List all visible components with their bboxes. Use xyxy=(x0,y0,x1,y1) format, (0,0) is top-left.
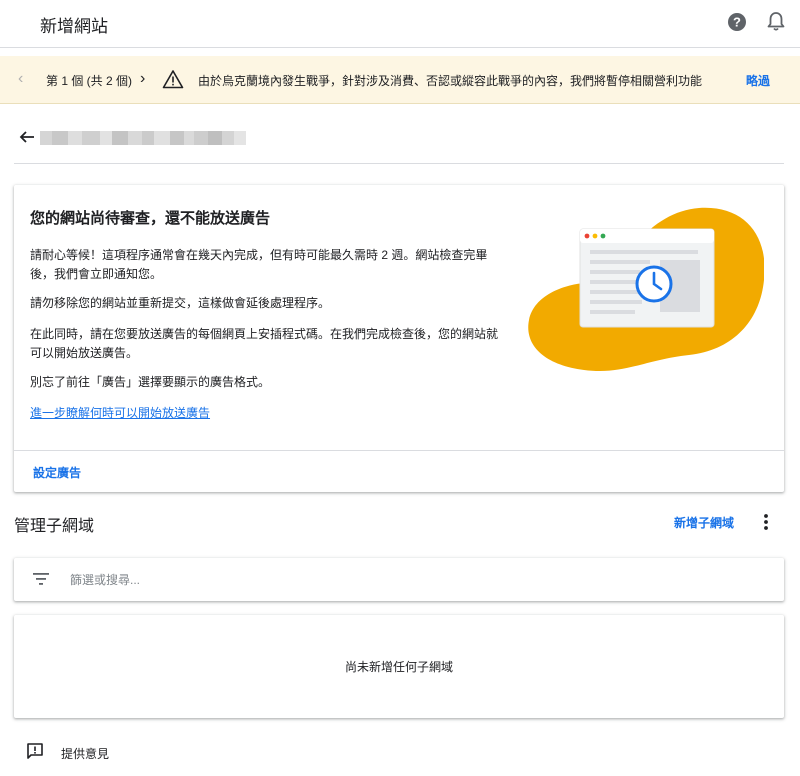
add-subdomain-button[interactable]: 新增子網域 xyxy=(674,514,734,531)
feedback-label[interactable]: 提供意見 xyxy=(61,745,109,762)
bell-icon[interactable] xyxy=(766,11,786,33)
more-vert-icon[interactable] xyxy=(758,512,774,532)
review-status-card: 您的網站尚待審查，還不能放送廣告 請耐心等候！這項程序通常會在幾天內完成，但有時… xyxy=(14,185,784,492)
top-app-bar: 新增網站 ? xyxy=(0,0,800,48)
chevron-right-icon[interactable]: › xyxy=(140,70,145,88)
review-card-title: 您的網站尚待審查，還不能放送廣告 xyxy=(30,210,271,227)
warning-banner: ‹ 第 1 個 (共 2 個) › 由於烏克蘭境內發生戰爭，針對涉及消費、否認或… xyxy=(0,56,800,104)
filter-search-input[interactable] xyxy=(70,566,760,594)
review-paragraph-2: 請勿移除您的網站並重新提交，這樣做會延後處理程序。 xyxy=(30,296,331,310)
review-paragraph-3: 在此同時，請在您要放送廣告的每個網頁上安插程式碼。在我們完成檢查後，您的網站就可… xyxy=(30,327,499,360)
subdomains-section-title: 管理子網域 xyxy=(14,518,95,535)
page-title: 新增網站 xyxy=(40,17,108,36)
filter-icon[interactable] xyxy=(32,571,50,587)
learn-more-link[interactable]: 進一步瞭解何時可以開始放送廣告 xyxy=(30,404,210,421)
review-paragraph-4: 別忘了前往「廣告」選擇要顯示的廣告格式。 xyxy=(30,375,271,389)
chevron-left-icon[interactable]: ‹ xyxy=(18,70,23,88)
banner-message: 由於烏克蘭境內發生戰爭，針對涉及消費、否認或縱容此戰爭的內容，我們將暫停相關營利… xyxy=(198,74,703,88)
banner-counter: 第 1 個 (共 2 個) xyxy=(46,74,133,88)
warning-icon xyxy=(162,70,184,89)
help-icon[interactable]: ? xyxy=(727,12,747,32)
feedback-icon[interactable] xyxy=(26,742,44,760)
filter-bar xyxy=(14,558,784,601)
skip-button[interactable]: 略過 xyxy=(746,72,770,89)
svg-text:?: ? xyxy=(733,15,741,30)
blurred-site-name xyxy=(40,128,246,148)
setup-ads-button[interactable]: 設定廣告 xyxy=(33,464,81,481)
review-pending-illustration xyxy=(528,207,764,371)
subdomains-empty-state: 尚未新增任何子網域 xyxy=(14,615,784,718)
site-header-row xyxy=(14,124,784,164)
empty-state-text: 尚未新增任何子網域 xyxy=(344,660,453,674)
card-divider xyxy=(14,450,784,451)
review-paragraph-1: 請耐心等候！這項程序通常會在幾天內完成，但有時可能最久需時 2 週。網站檢查完畢… xyxy=(30,248,488,281)
back-arrow-icon[interactable] xyxy=(18,128,36,146)
